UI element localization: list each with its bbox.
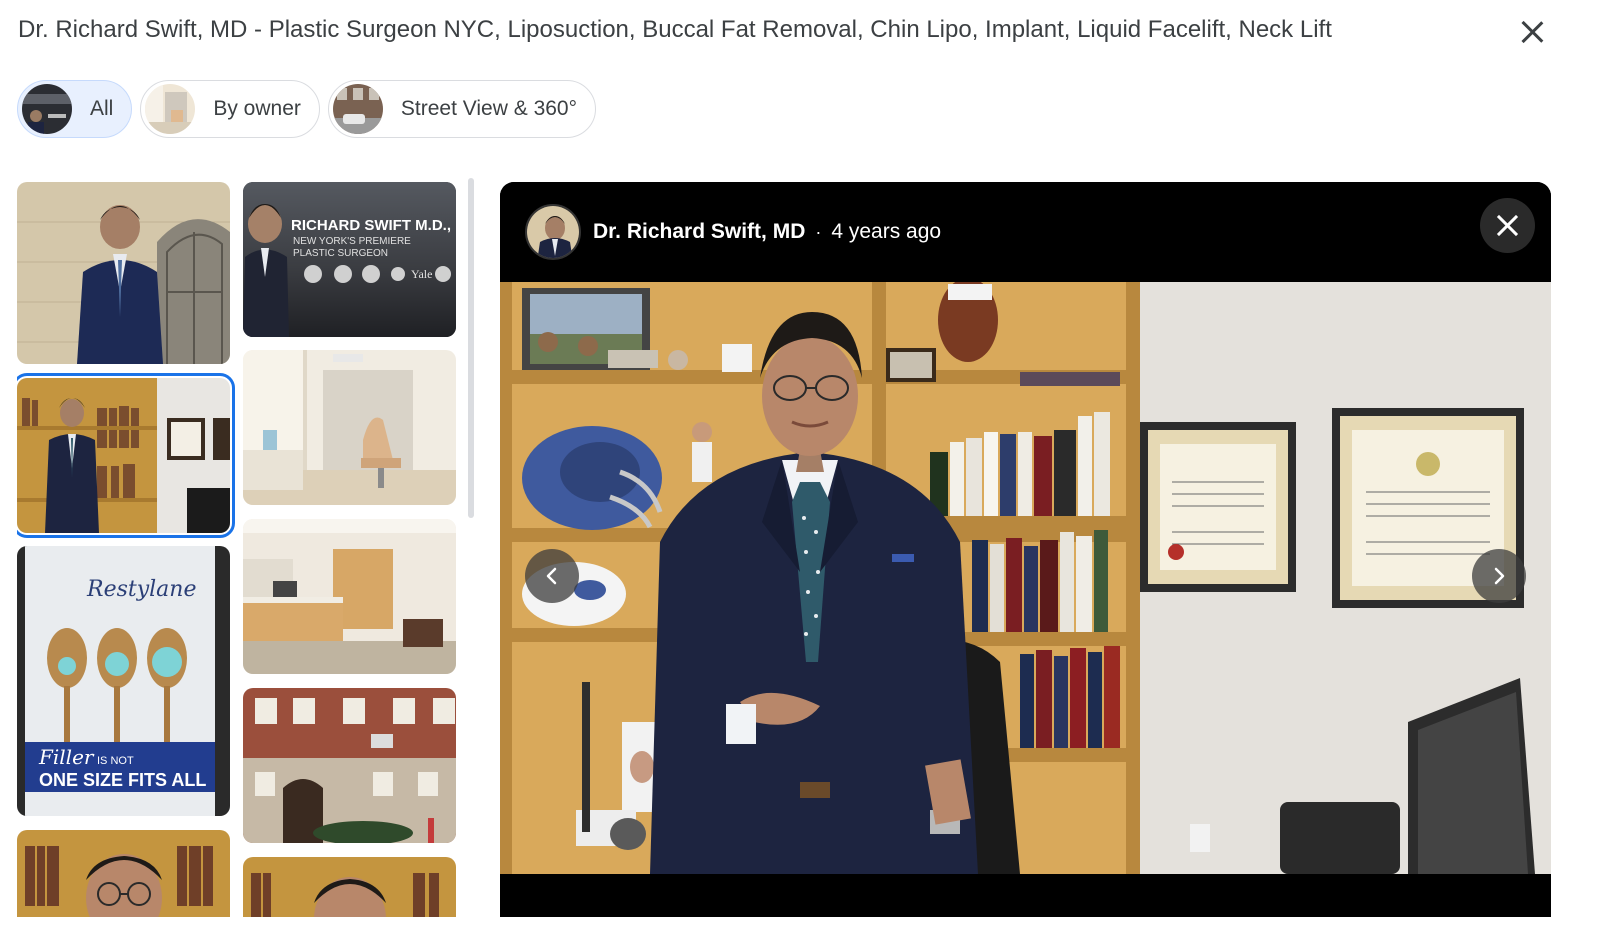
photo-exam-room[interactable] bbox=[243, 350, 456, 505]
close-icon[interactable] bbox=[1512, 12, 1552, 52]
photo-filter-chips: All By owner Street View & 360° bbox=[17, 80, 597, 138]
close-icon[interactable] bbox=[1480, 198, 1535, 253]
photo-building-exterior[interactable] bbox=[243, 688, 456, 843]
chevron-right-icon[interactable] bbox=[1472, 549, 1526, 603]
banner-logo-text: Yale bbox=[411, 267, 432, 281]
avatar[interactable] bbox=[525, 204, 581, 260]
meta-separator: · bbox=[815, 221, 822, 242]
chip-thumbnail bbox=[332, 84, 383, 134]
photo-gallery: RICHARD SWIFT M.D., NEW YORK'S PREMIERE PL… bbox=[17, 182, 462, 917]
viewer-header: Dr. Richard Swift, MD · 4 years ago bbox=[500, 182, 1551, 282]
photo-viewer: Dr. Richard Swift, MD · 4 years ago bbox=[500, 182, 1551, 917]
banner-title: RICHARD SWIFT M.D., bbox=[291, 217, 451, 234]
photo-reception[interactable] bbox=[243, 519, 456, 674]
filter-chip-street-view[interactable]: Street View & 360° bbox=[327, 80, 597, 138]
filter-chip-label: Street View & 360° bbox=[400, 97, 578, 120]
poster-slogan: Filler bbox=[38, 745, 95, 769]
filter-chip-all[interactable]: All bbox=[17, 80, 133, 138]
banner-line: NEW YORK'S PREMIERE bbox=[293, 236, 411, 247]
poster-brand: Restylane bbox=[86, 577, 196, 602]
gallery-scrollbar[interactable] bbox=[468, 178, 474, 518]
photo-timestamp: 4 years ago bbox=[831, 220, 942, 243]
banner-line: PLASTIC SURGEON bbox=[293, 248, 388, 259]
filter-chip-label: All bbox=[90, 97, 114, 120]
filter-chip-by-owner[interactable]: By owner bbox=[140, 80, 320, 138]
chip-thumbnail bbox=[145, 84, 196, 134]
filter-chip-label: By owner bbox=[213, 97, 301, 120]
photo-doctor-glasses-1[interactable] bbox=[17, 830, 230, 917]
author-name[interactable]: Dr. Richard Swift, MD bbox=[593, 220, 805, 244]
poster-slogan: ONE SIZE FITS ALL bbox=[39, 770, 206, 790]
chevron-left-icon[interactable] bbox=[525, 549, 579, 603]
photo-doctor-glasses-2[interactable] bbox=[243, 857, 456, 917]
chip-thumbnail bbox=[22, 84, 72, 134]
main-photo bbox=[500, 282, 1551, 874]
poster-slogan: IS NOT bbox=[97, 755, 134, 767]
page-title: Dr. Richard Swift, MD - Plastic Surgeon … bbox=[18, 16, 1332, 43]
photo-doctor-banner[interactable]: RICHARD SWIFT M.D., NEW YORK'S PREMIERE PL… bbox=[243, 182, 456, 337]
photo-restylane-poster[interactable]: Restylane Filler IS NOT ONE SIZE FITS ALL bbox=[17, 546, 230, 816]
photo-doctor-office[interactable] bbox=[17, 373, 235, 538]
photo-doctor-exterior[interactable] bbox=[17, 182, 230, 364]
